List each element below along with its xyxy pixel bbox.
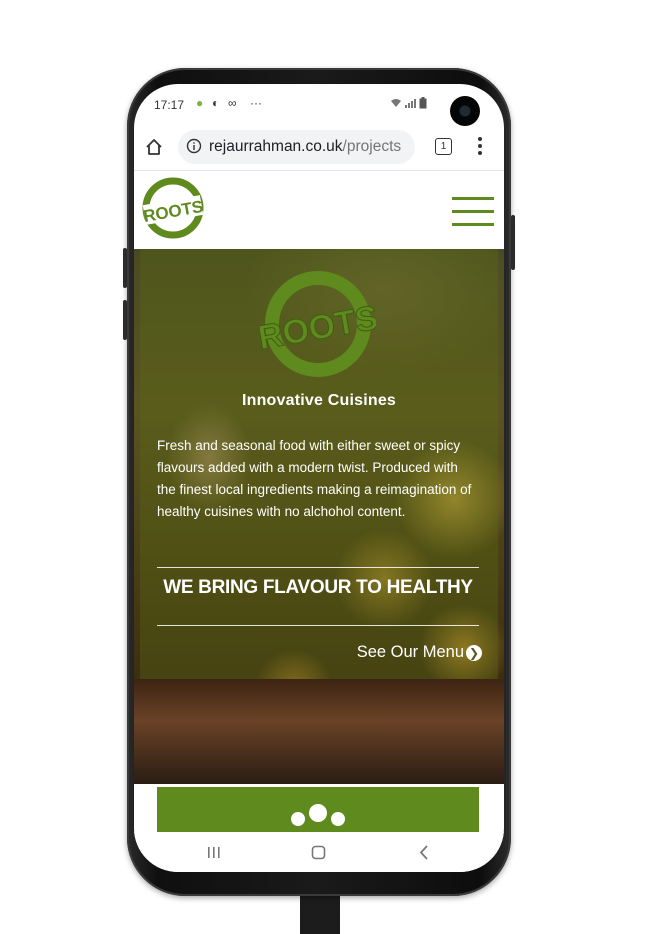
phone-stand <box>300 893 340 934</box>
browser-url-bar: rejaurrahman.co.uk/projects 1 <box>134 124 504 171</box>
hero-tagline: WE BRING FLAVOUR TO HEALTHY <box>163 577 473 598</box>
see-our-menu-label: See Our Menu <box>356 643 464 661</box>
chevron-right-icon: ❯ <box>466 644 482 661</box>
site-header: ROOTS <box>134 171 504 249</box>
hero-paragraph: Fresh and seasonal food with either swee… <box>157 438 472 519</box>
phone-screen: 17:17 ● ◐ ∞ ··· rejaurrahman.co.uk/proje… <box>134 84 504 872</box>
android-nav-bar <box>134 832 504 872</box>
url-text: rejaurrahman.co.uk/projects <box>209 130 401 164</box>
more-icon: ··· <box>250 96 262 110</box>
url-path: /projects <box>342 138 402 155</box>
divider <box>157 625 479 626</box>
hero-section: ROOTS Innovative Cuisines Fresh and seas… <box>134 249 504 784</box>
link-icon: ∞ <box>228 96 237 110</box>
info-icon[interactable] <box>186 138 202 154</box>
browser-menu-icon[interactable] <box>477 136 483 156</box>
signal-icon <box>405 99 416 108</box>
see-our-menu-link[interactable]: See Our Menu ❯ <box>284 642 482 662</box>
home-circle-icon <box>311 845 326 860</box>
battery-icon <box>419 97 427 109</box>
hamburger-menu-icon[interactable] <box>452 197 494 227</box>
home-icon[interactable] <box>144 137 164 157</box>
home-nav-button[interactable] <box>299 832 339 872</box>
front-camera <box>450 96 480 126</box>
divider <box>157 567 479 568</box>
status-bar: 17:17 ● ◐ ∞ ··· <box>134 84 504 126</box>
address-field[interactable]: rejaurrahman.co.uk/projects <box>178 130 415 164</box>
hero-roots-logo: ROOTS <box>260 271 376 377</box>
roots-logo[interactable]: ROOTS <box>142 177 204 239</box>
url-domain: rejaurrahman.co.uk <box>209 138 343 155</box>
android-icon: ● <box>196 96 204 110</box>
side-button <box>511 215 515 270</box>
side-button <box>123 248 127 288</box>
recents-button[interactable] <box>194 832 234 872</box>
recents-icon <box>208 847 220 858</box>
wifi-icon <box>391 99 401 107</box>
side-button <box>123 300 127 340</box>
status-time: 17:17 <box>154 98 185 112</box>
tab-switcher-button[interactable]: 1 <box>435 138 452 155</box>
sync-icon: ◐ <box>212 96 220 110</box>
hero-heading: Innovative Cuisines <box>241 392 397 409</box>
back-icon <box>419 845 428 860</box>
hero-background-table <box>134 679 504 784</box>
back-button[interactable] <box>404 832 444 872</box>
